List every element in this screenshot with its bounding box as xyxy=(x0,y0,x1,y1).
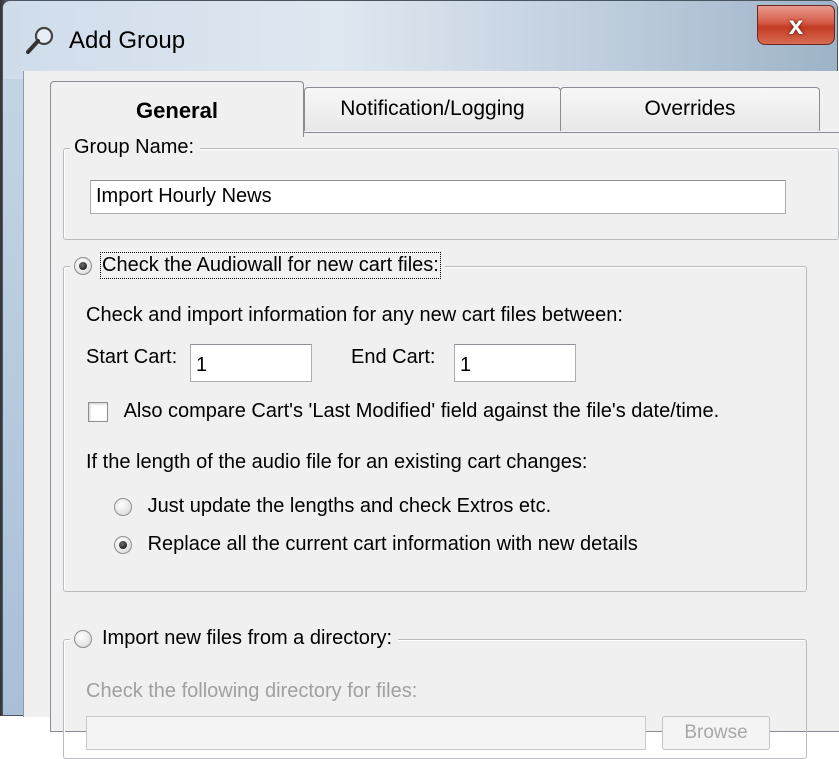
browse-button[interactable]: Browse xyxy=(662,716,770,750)
directory-box: Import new files from a directory: Check… xyxy=(63,627,807,759)
directory-legend: Import new files from a directory: xyxy=(70,627,399,650)
tab-notification-logging-label: Notification/Logging xyxy=(340,97,525,120)
length-change-label: If the length of the audio file for an e… xyxy=(86,451,588,473)
compare-checkbox[interactable] xyxy=(88,401,108,422)
compare-option[interactable]: Also compare Cart's 'Last Modified' fiel… xyxy=(88,400,719,423)
audiowall-description: Check and import information for any new… xyxy=(86,304,623,326)
close-button[interactable]: x xyxy=(757,5,835,45)
update-lengths-label: Just update the lengths and check Extros… xyxy=(147,495,552,517)
magnifier-icon xyxy=(26,26,54,54)
replace-info-radio[interactable] xyxy=(114,535,132,554)
audiowall-box: Check the Audiowall for new cart files: … xyxy=(63,252,807,592)
tab-general-label: General xyxy=(136,98,218,123)
compare-label: Also compare Cart's 'Last Modified' fiel… xyxy=(123,400,720,422)
directory-radio-label[interactable]: Import new files from a directory: xyxy=(102,627,392,650)
end-cart-label: End Cart: xyxy=(351,346,436,368)
start-cart-label: Start Cart: xyxy=(86,346,178,368)
tab-notification-logging[interactable]: Notification/Logging xyxy=(304,87,561,131)
update-lengths-option[interactable]: Just update the lengths and check Extros… xyxy=(114,495,551,518)
directory-radio[interactable] xyxy=(74,629,92,648)
audiowall-radio-label[interactable]: Check the Audiowall for new cart files: xyxy=(100,252,441,279)
dialog-window: Add Group x General Notification/Logging… xyxy=(2,0,839,759)
replace-info-label: Replace all the current cart information… xyxy=(147,533,638,555)
client-area: General Notification/Logging Overrides G… xyxy=(23,71,839,759)
window-title: Add Group xyxy=(69,27,186,54)
start-cart-input[interactable]: 1 xyxy=(190,344,312,382)
group-name-box: Group Name: Import Hourly News xyxy=(63,136,839,240)
replace-info-option[interactable]: Replace all the current cart information… xyxy=(114,533,638,556)
audiowall-radio[interactable] xyxy=(74,256,92,275)
directory-path-input[interactable] xyxy=(86,716,646,750)
update-lengths-radio[interactable] xyxy=(114,497,132,516)
tab-panel-general: Group Name: Import Hourly News Check the… xyxy=(50,132,839,759)
directory-description: Check the following directory for files: xyxy=(86,680,418,702)
audiowall-legend: Check the Audiowall for new cart files: xyxy=(70,252,445,279)
end-cart-input[interactable]: 1 xyxy=(454,344,576,382)
title-bar[interactable]: Add Group x xyxy=(3,1,837,79)
group-name-legend: Group Name: xyxy=(70,136,201,159)
tab-overrides[interactable]: Overrides xyxy=(560,87,820,131)
group-name-input[interactable]: Import Hourly News xyxy=(90,180,786,214)
tab-general[interactable]: General xyxy=(50,81,304,137)
tab-overrides-label: Overrides xyxy=(644,97,736,120)
